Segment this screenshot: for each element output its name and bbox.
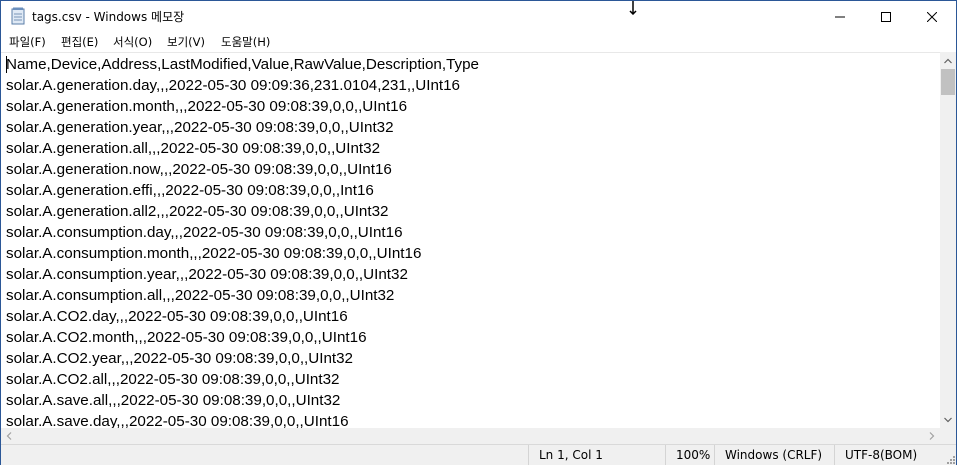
- status-zoom: 100%: [665, 445, 714, 465]
- text-line: solar.A.generation.year,,,2022-05-30 09:…: [6, 119, 394, 136]
- text-caret: [6, 56, 7, 73]
- text-line: solar.A.CO2.month,,,2022-05-30 09:08:39,…: [6, 329, 367, 346]
- text-content: Name,Device,Address,LastModified,Value,R…: [6, 54, 479, 428]
- vertical-scrollbar[interactable]: [940, 52, 956, 428]
- menu-help[interactable]: 도움말(H): [221, 34, 270, 50]
- maximize-button[interactable]: [863, 1, 909, 32]
- notepad-window: tags.csv - Windows 메모장 파일(F) 편집(E) 서식(O)…: [0, 0, 957, 465]
- menu-bar: 파일(F) 편집(E) 서식(O) 보기(V) 도움말(H): [1, 32, 956, 52]
- window-title: tags.csv - Windows 메모장: [32, 10, 185, 24]
- scroll-right-button[interactable]: [924, 428, 940, 444]
- text-line: solar.A.CO2.day,,,2022-05-30 09:08:39,0,…: [6, 308, 348, 325]
- status-cursor-position: Ln 1, Col 1: [528, 445, 665, 465]
- menu-edit[interactable]: 편집(E): [61, 34, 98, 50]
- chevron-right-icon: [929, 432, 935, 440]
- scrollbar-corner: [940, 428, 956, 444]
- text-line: solar.A.consumption.all,,,2022-05-30 09:…: [6, 287, 395, 304]
- close-icon: [927, 11, 937, 22]
- scroll-thumb[interactable]: [941, 69, 955, 95]
- text-line: solar.A.generation.all2,,,2022-05-30 09:…: [6, 203, 389, 220]
- minimize-button[interactable]: [817, 1, 863, 32]
- horizontal-scrollbar[interactable]: [1, 428, 940, 444]
- text-line: solar.A.consumption.year,,,2022-05-30 09…: [6, 266, 408, 283]
- close-button[interactable]: [909, 1, 955, 32]
- text-line: solar.A.generation.month,,,2022-05-30 09…: [6, 98, 408, 115]
- text-line: solar.A.consumption.month,,,2022-05-30 0…: [6, 245, 422, 262]
- text-line: solar.A.consumption.day,,,2022-05-30 09:…: [6, 224, 403, 241]
- text-line: solar.A.CO2.year,,,2022-05-30 09:08:39,0…: [6, 350, 354, 367]
- scroll-left-button[interactable]: [1, 428, 17, 444]
- text-line: solar.A.save.all,,,2022-05-30 09:08:39,0…: [6, 392, 341, 409]
- text-line: solar.A.generation.day,,,2022-05-30 09:0…: [6, 77, 460, 94]
- text-line: solar.A.CO2.all,,,2022-05-30 09:08:39,0,…: [6, 371, 340, 388]
- status-encoding: UTF-8(BOM): [834, 445, 942, 465]
- resize-grip-icon[interactable]: [944, 453, 956, 465]
- maximize-icon: [881, 11, 891, 22]
- menu-file[interactable]: 파일(F): [9, 34, 46, 50]
- status-line-ending: Windows (CRLF): [714, 445, 834, 465]
- text-line: Name,Device,Address,LastModified,Value,R…: [6, 56, 480, 73]
- minimize-icon: [835, 16, 845, 17]
- chevron-left-icon: [6, 432, 12, 440]
- title-bar[interactable]: tags.csv - Windows 메모장: [1, 1, 956, 32]
- text-editor[interactable]: Name,Device,Address,LastModified,Value,R…: [1, 52, 940, 428]
- menu-format[interactable]: 서식(O): [113, 34, 152, 50]
- mouse-cursor-icon: [629, 1, 637, 15]
- text-line: solar.A.generation.now,,,2022-05-30 09:0…: [6, 161, 392, 178]
- text-line: solar.A.generation.all,,,2022-05-30 09:0…: [6, 140, 381, 157]
- notepad-icon: [11, 7, 25, 25]
- scroll-down-button[interactable]: [940, 411, 956, 428]
- status-bar: Ln 1, Col 1 100% Windows (CRLF) UTF-8(BO…: [1, 444, 956, 465]
- menu-view[interactable]: 보기(V): [167, 34, 205, 50]
- text-line: solar.A.generation.effi,,,2022-05-30 09:…: [6, 182, 374, 199]
- chevron-up-icon: [944, 58, 952, 63]
- scroll-up-button[interactable]: [940, 52, 956, 69]
- text-line: solar.A.save.day,,,2022-05-30 09:08:39,0…: [6, 413, 349, 428]
- chevron-down-icon: [944, 417, 952, 422]
